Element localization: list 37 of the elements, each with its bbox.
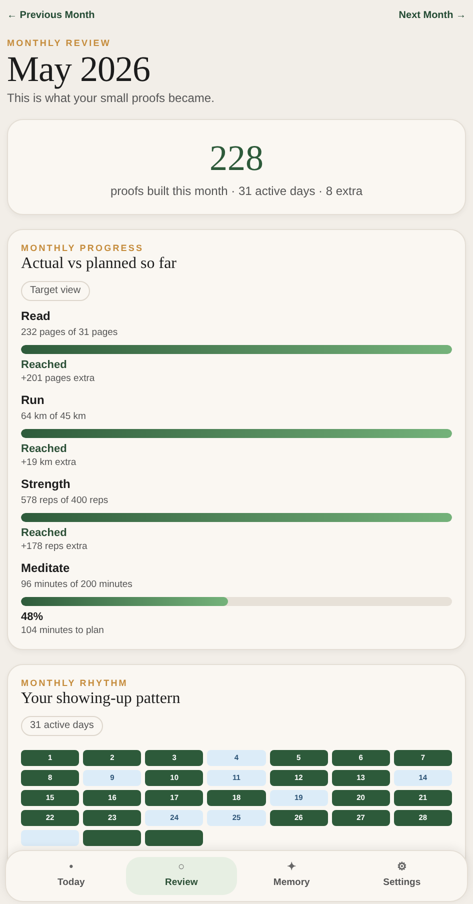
nav-tab[interactable]: ✦ Memory — [236, 857, 347, 895]
goal-name: Meditate — [21, 561, 71, 576]
page-title: May 2026 — [7, 51, 151, 87]
goal-detail: 64 km of 45 km — [21, 410, 87, 423]
next-month-link[interactable]: Next Month → — [398, 9, 466, 23]
goal-status: Reached — [21, 526, 68, 540]
card-title: Your showing-up pattern — [21, 689, 182, 708]
goal-status: Reached — [21, 442, 68, 456]
total-count: 228 — [208, 140, 264, 176]
goal-note: +19 km extra — [21, 456, 78, 469]
summary-caption: proofs built this month · 31 active days · 8 extra — [109, 184, 364, 198]
eyebrow-label: MONTHLY REVIEW — [7, 37, 112, 49]
nav-tab[interactable]: ⚙ Settings — [346, 857, 457, 895]
goal-note: +178 reps extra — [21, 540, 88, 553]
nav-icon: ○ — [178, 862, 185, 873]
goal-name: Strength — [21, 477, 72, 492]
goal-detail: 96 minutes of 200 minutes — [21, 578, 134, 591]
nav-icon: ✦ — [287, 862, 296, 873]
nav-tab[interactable]: ○ Review — [126, 857, 236, 895]
goal-status: Reached — [21, 358, 68, 372]
active-days-chip: 31 active days — [21, 716, 103, 736]
goal-name: Run — [21, 393, 46, 408]
goal-name: Read — [21, 309, 52, 324]
eyebrow-label: MONTHLY RHYTHM — [21, 677, 129, 689]
goal-note: 104 minutes to plan — [21, 624, 105, 637]
goal-note: +201 pages extra — [21, 372, 96, 385]
nav-tab[interactable]: • Today — [16, 857, 126, 895]
card-title: Actual vs planned so far — [21, 254, 178, 273]
goal-detail: 578 reps of 400 reps — [21, 494, 110, 507]
target-view-chip[interactable]: Target view — [21, 281, 90, 301]
nav-icon: ⚙ — [396, 862, 407, 873]
subtitle: This is what your small proofs became. — [7, 91, 216, 105]
goal-status: 48% — [21, 610, 44, 624]
previous-month-link[interactable]: ← Previous Month — [7, 9, 95, 23]
goal-detail: 232 pages of 31 pages — [21, 326, 119, 339]
nav-icon: • — [69, 862, 74, 873]
eyebrow-label: MONTHLY PROGRESS — [21, 242, 145, 254]
